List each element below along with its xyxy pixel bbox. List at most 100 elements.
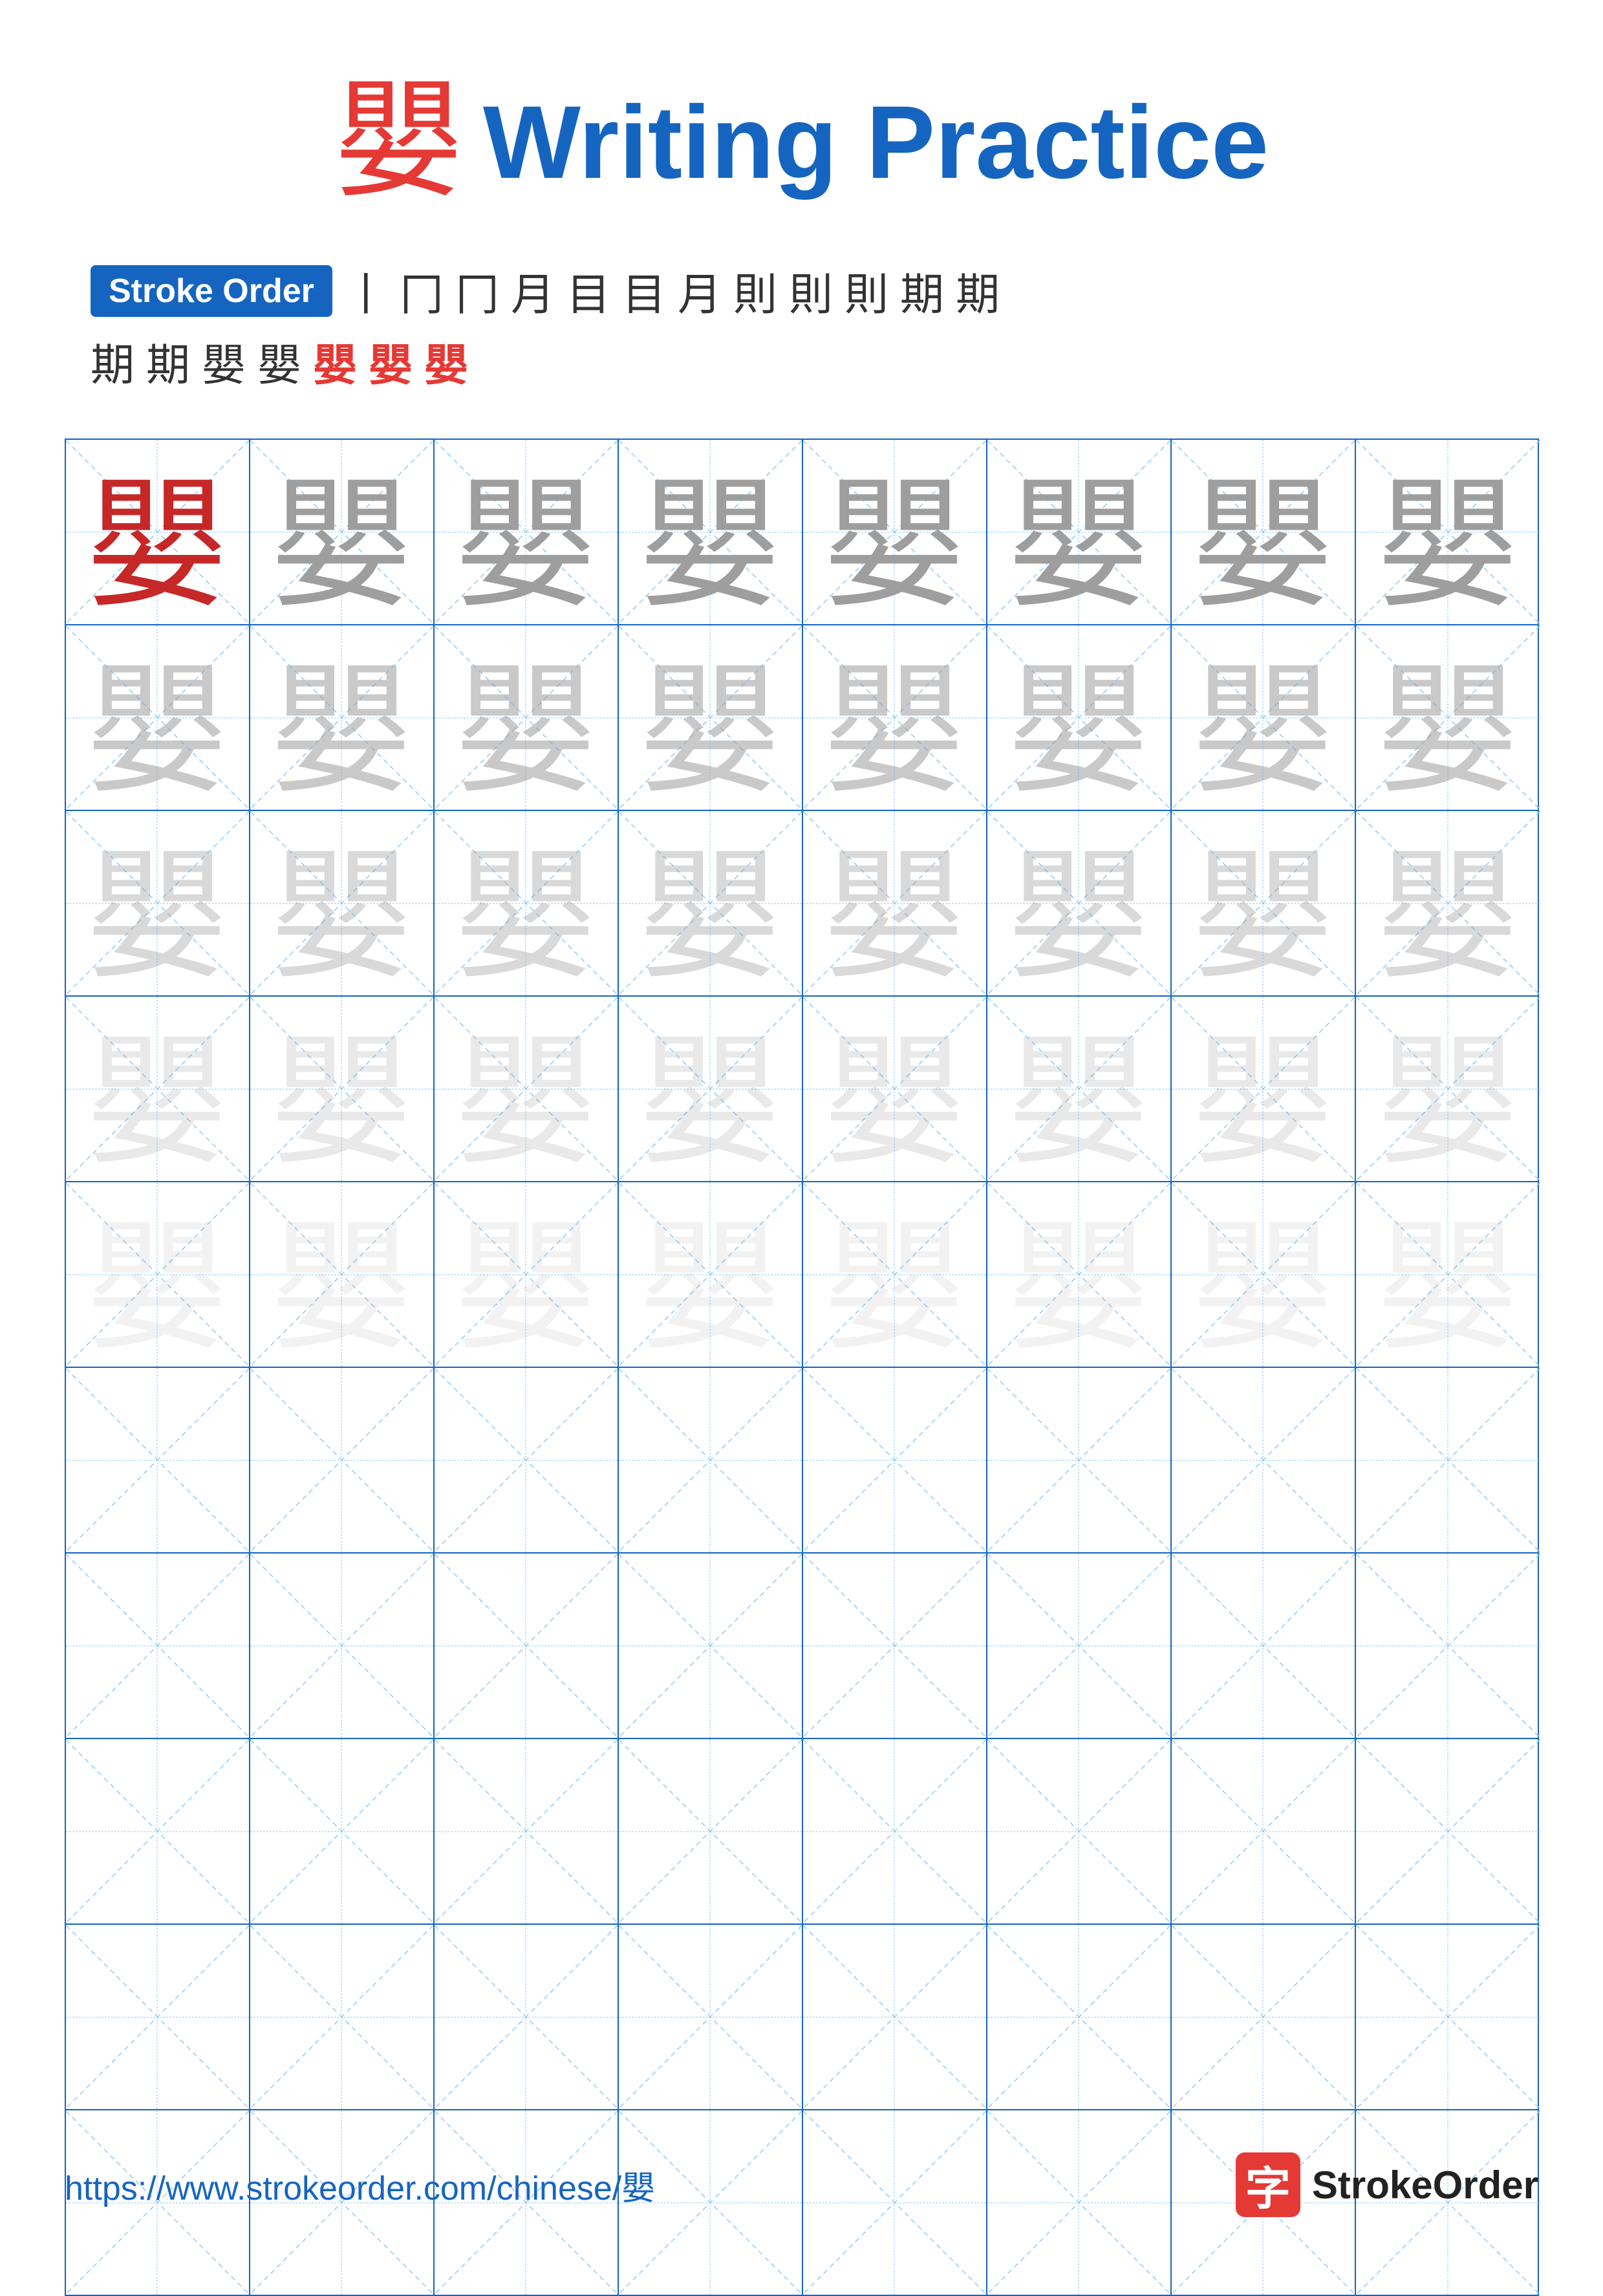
stroke-8: 則: [733, 259, 777, 323]
grid-cell-7-3[interactable]: [435, 1554, 619, 1738]
grid-cell-1-7[interactable]: 嬰: [1172, 440, 1356, 624]
grid-cell-1-6[interactable]: 嬰: [987, 440, 1172, 624]
page: 嬰 Writing Practice Stroke Order 丨 冂 冂 月 …: [0, 0, 1603, 2269]
grid-cell-6-4[interactable]: [619, 1368, 803, 1552]
stroke-order-label: Stroke Order: [91, 265, 332, 317]
grid-cell-4-2[interactable]: 嬰: [250, 997, 435, 1181]
grid-cell-8-2[interactable]: [250, 1739, 435, 1923]
title-chinese-char: 嬰: [334, 78, 464, 207]
grid-cell-3-3[interactable]: 嬰: [435, 811, 619, 995]
grid-cell-7-7[interactable]: [1172, 1554, 1356, 1738]
grid-cell-1-1[interactable]: 嬰: [66, 440, 250, 624]
grid-cell-7-4[interactable]: [619, 1554, 803, 1738]
grid-row-8: [66, 1739, 1538, 1925]
stroke-12: 期: [956, 259, 1000, 323]
grid-cell-3-6[interactable]: 嬰: [987, 811, 1172, 995]
stroke-order-row-2: 期 期 嬰 嬰 嬰 嬰 嬰: [91, 329, 468, 393]
grid-cell-9-6[interactable]: [987, 1925, 1172, 2109]
title-section: 嬰 Writing Practice: [334, 78, 1269, 207]
stroke-14: 期: [146, 329, 190, 393]
grid-cell-8-4[interactable]: [619, 1739, 803, 1923]
grid-cell-2-8[interactable]: 嬰: [1356, 625, 1540, 810]
grid-cell-7-1[interactable]: [66, 1554, 250, 1738]
grid-cell-3-5[interactable]: 嬰: [803, 811, 987, 995]
grid-cell-9-5[interactable]: [803, 1925, 987, 2109]
grid-cell-5-3[interactable]: 嬰: [435, 1182, 619, 1367]
grid-cell-1-2[interactable]: 嬰: [250, 440, 435, 624]
grid-cell-4-5[interactable]: 嬰: [803, 997, 987, 1181]
grid-cell-4-8[interactable]: 嬰: [1356, 997, 1540, 1181]
grid-cell-5-8[interactable]: 嬰: [1356, 1182, 1540, 1367]
grid-cell-6-2[interactable]: [250, 1368, 435, 1552]
grid-cell-2-3[interactable]: 嬰: [435, 625, 619, 810]
grid-cell-1-4[interactable]: 嬰: [619, 440, 803, 624]
grid-cell-5-1[interactable]: 嬰: [66, 1182, 250, 1367]
stroke-1: 丨: [344, 259, 388, 323]
stroke-9: 則: [789, 259, 833, 323]
grid-cell-9-1[interactable]: [66, 1925, 250, 2109]
footer-brand: 字 StrokeOrder: [1236, 2152, 1538, 2217]
grid-cell-1-8[interactable]: 嬰: [1356, 440, 1540, 624]
grid-cell-2-2[interactable]: 嬰: [250, 625, 435, 810]
grid-cell-3-2[interactable]: 嬰: [250, 811, 435, 995]
grid-cell-4-6[interactable]: 嬰: [987, 997, 1172, 1181]
grid-row-3: 嬰 嬰 嬰 嬰 嬰 嬰 嬰 嬰: [66, 811, 1538, 997]
grid-cell-7-2[interactable]: [250, 1554, 435, 1738]
grid-row-5: 嬰 嬰 嬰 嬰 嬰 嬰 嬰 嬰: [66, 1182, 1538, 1368]
grid-cell-9-3[interactable]: [435, 1925, 619, 2109]
grid-cell-9-4[interactable]: [619, 1925, 803, 2109]
grid-cell-8-1[interactable]: [66, 1739, 250, 1923]
grid-cell-2-6[interactable]: 嬰: [987, 625, 1172, 810]
grid-cell-4-7[interactable]: 嬰: [1172, 997, 1356, 1181]
grid-row-2: 嬰 嬰 嬰 嬰 嬰 嬰 嬰 嬰: [66, 625, 1538, 811]
writing-grid: 嬰 嬰 嬰 嬰 嬰 嬰 嬰 嬰: [65, 439, 1539, 2296]
grid-cell-3-4[interactable]: 嬰: [619, 811, 803, 995]
grid-cell-5-7[interactable]: 嬰: [1172, 1182, 1356, 1367]
grid-cell-5-2[interactable]: 嬰: [250, 1182, 435, 1367]
grid-cell-3-8[interactable]: 嬰: [1356, 811, 1540, 995]
grid-cell-5-5[interactable]: 嬰: [803, 1182, 987, 1367]
grid-cell-2-4[interactable]: 嬰: [619, 625, 803, 810]
footer-url[interactable]: https://www.strokeorder.com/chinese/嬰: [65, 2161, 655, 2209]
grid-cell-2-7[interactable]: 嬰: [1172, 625, 1356, 810]
grid-row-1: 嬰 嬰 嬰 嬰 嬰 嬰 嬰 嬰: [66, 440, 1538, 625]
grid-cell-6-7[interactable]: [1172, 1368, 1356, 1552]
grid-cell-4-4[interactable]: 嬰: [619, 997, 803, 1181]
grid-cell-8-8[interactable]: [1356, 1739, 1540, 1923]
grid-cell-2-1[interactable]: 嬰: [66, 625, 250, 810]
grid-cell-6-8[interactable]: [1356, 1368, 1540, 1552]
grid-cell-6-6[interactable]: [987, 1368, 1172, 1552]
grid-cell-4-3[interactable]: 嬰: [435, 997, 619, 1181]
grid-cell-5-4[interactable]: 嬰: [619, 1182, 803, 1367]
grid-row-4: 嬰 嬰 嬰 嬰 嬰 嬰 嬰 嬰: [66, 997, 1538, 1182]
stroke-15: 嬰: [202, 329, 246, 393]
grid-cell-7-5[interactable]: [803, 1554, 987, 1738]
grid-cell-7-8[interactable]: [1356, 1554, 1540, 1738]
grid-cell-8-6[interactable]: [987, 1739, 1172, 1923]
stroke-5: 目: [566, 259, 610, 323]
grid-cell-6-3[interactable]: [435, 1368, 619, 1552]
grid-cell-2-5[interactable]: 嬰: [803, 625, 987, 810]
grid-cell-5-6[interactable]: 嬰: [987, 1182, 1172, 1367]
stroke-order-section: Stroke Order 丨 冂 冂 月 目 目 月 則 則 則 期 期 期 期…: [65, 259, 1538, 400]
grid-cell-9-7[interactable]: [1172, 1925, 1356, 2109]
footer: https://www.strokeorder.com/chinese/嬰 字 …: [65, 2152, 1538, 2217]
grid-cell-8-7[interactable]: [1172, 1739, 1356, 1923]
grid-cell-9-8[interactable]: [1356, 1925, 1540, 2109]
grid-cell-8-5[interactable]: [803, 1739, 987, 1923]
grid-cell-4-1[interactable]: 嬰: [66, 997, 250, 1181]
stroke-3: 冂: [455, 259, 499, 323]
stroke-18-final: 嬰: [369, 329, 413, 393]
grid-cell-1-3[interactable]: 嬰: [435, 440, 619, 624]
stroke-2: 冂: [400, 259, 444, 323]
stroke-19-final: 嬰: [424, 329, 468, 393]
grid-cell-6-5[interactable]: [803, 1368, 987, 1552]
grid-cell-7-6[interactable]: [987, 1554, 1172, 1738]
grid-cell-3-7[interactable]: 嬰: [1172, 811, 1356, 995]
grid-cell-8-3[interactable]: [435, 1739, 619, 1923]
grid-cell-9-2[interactable]: [250, 1925, 435, 2109]
stroke-13: 期: [91, 329, 134, 393]
grid-cell-1-5[interactable]: 嬰: [803, 440, 987, 624]
grid-cell-6-1[interactable]: [66, 1368, 250, 1552]
grid-cell-3-1[interactable]: 嬰: [66, 811, 250, 995]
